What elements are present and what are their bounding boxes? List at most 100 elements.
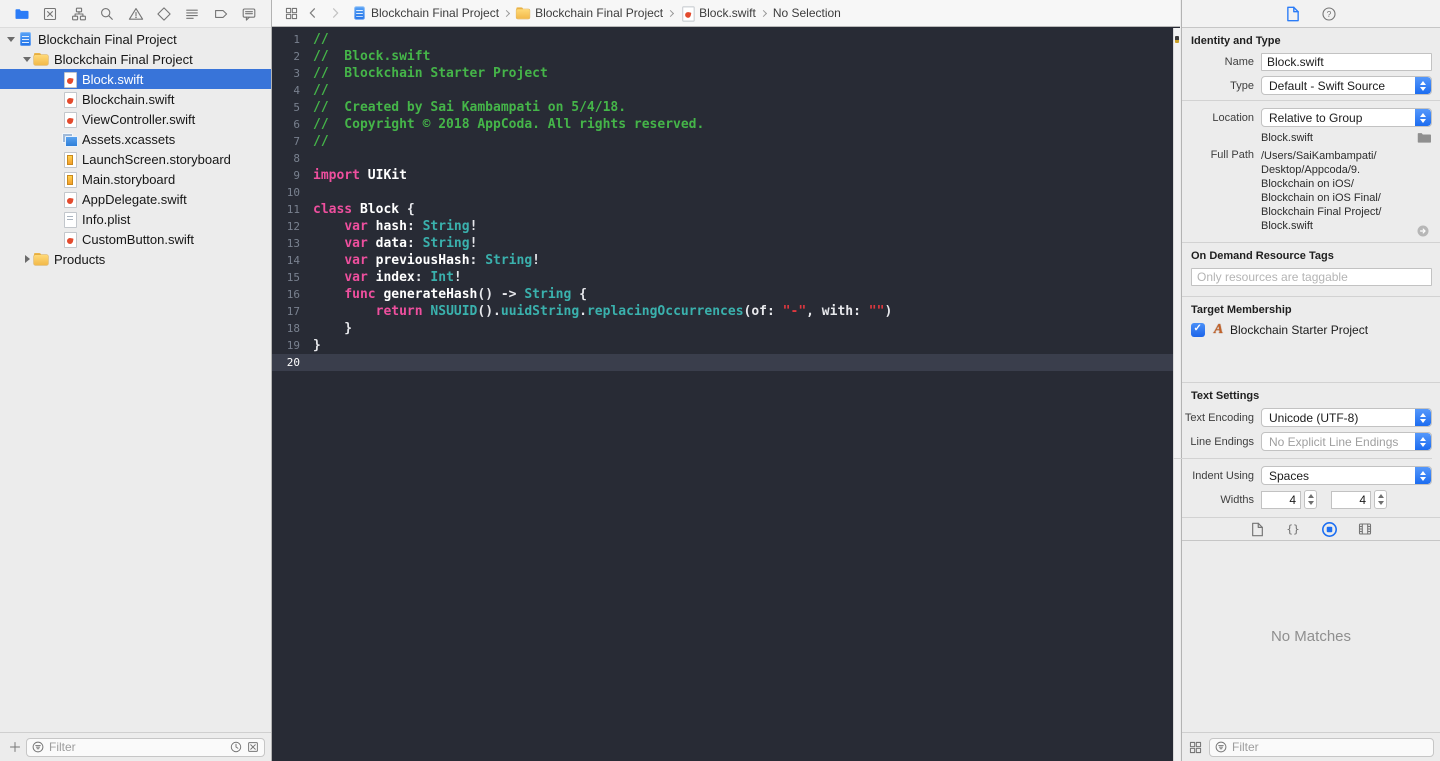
add-button[interactable] <box>4 737 26 757</box>
code-line-1[interactable]: 1// <box>272 31 1180 48</box>
source-control-navigator-icon[interactable] <box>38 4 62 24</box>
file-tree-item-blockchain-final-project[interactable]: Blockchain Final Project <box>0 29 271 49</box>
file-tree-item-appdelegate-swift[interactable]: AppDelegate.swift <box>0 189 271 209</box>
disclosure-triangle <box>48 232 62 246</box>
recent-files-clock-icon[interactable] <box>229 740 243 754</box>
disclosure-triangle[interactable] <box>4 32 18 46</box>
code-line-20[interactable]: 20 <box>272 354 1180 371</box>
file-tree-item-assets-xcassets[interactable]: Assets.xcassets <box>0 129 271 149</box>
code-line-2[interactable]: 2// Block.swift <box>272 48 1180 65</box>
indent-width-field[interactable]: 4 <box>1261 490 1301 509</box>
code-line-6[interactable]: 6// Copyright © 2018 AppCoda. All rights… <box>272 116 1180 133</box>
jump-to-path-icon[interactable] <box>1416 224 1430 238</box>
tab-width-stepper[interactable] <box>1374 490 1387 509</box>
breadcrumb: Blockchain Final Project Blockchain Final… <box>352 5 841 22</box>
line-number: 6 <box>293 118 300 131</box>
code-line-13[interactable]: 13 var data: String! <box>272 235 1180 252</box>
code-line-14[interactable]: 14 var previousHash: String! <box>272 252 1180 269</box>
line-number: 1 <box>293 33 300 46</box>
file-tree-item-info-plist[interactable]: Info.plist <box>0 209 271 229</box>
media-library-icon[interactable] <box>1354 519 1376 539</box>
line-number: 8 <box>293 152 300 165</box>
target-checkbox[interactable] <box>1191 322 1205 337</box>
tab-width-field[interactable]: 4 <box>1331 490 1371 509</box>
resource-tags-input[interactable] <box>1191 268 1432 286</box>
code-line-19[interactable]: 19} <box>272 337 1180 354</box>
debug-navigator-icon[interactable] <box>180 4 204 24</box>
type-dropdown[interactable]: Default - Swift Source <box>1261 76 1432 95</box>
breakpoint-navigator-icon[interactable] <box>209 4 233 24</box>
editor-scrollbar[interactable] <box>1173 28 1180 761</box>
report-navigator-icon[interactable] <box>237 4 261 24</box>
library-filter-field[interactable]: Filter <box>1209 737 1434 757</box>
code-line-10[interactable]: 10 <box>272 184 1180 201</box>
location-label: Location <box>1212 111 1254 124</box>
file-tree-item-block-swift[interactable]: Block.swift <box>0 69 271 89</box>
choose-folder-icon[interactable] <box>1417 132 1432 144</box>
file-tree-item-blockchain-swift[interactable]: Blockchain.swift <box>0 89 271 109</box>
dropdown-stepper-icon <box>1415 109 1431 126</box>
file-tree-item-blockchain-final-project[interactable]: Blockchain Final Project <box>0 49 271 69</box>
line-endings-dropdown[interactable]: No Explicit Line Endings <box>1261 432 1432 451</box>
disclosure-triangle <box>48 212 62 226</box>
file-tree-item-launchscreen-storyboard[interactable]: LaunchScreen.storyboard <box>0 149 271 169</box>
file-inspector-icon[interactable] <box>1282 4 1304 24</box>
go-back-button[interactable] <box>302 3 324 23</box>
code-line-4[interactable]: 4// <box>272 82 1180 99</box>
code-line-9[interactable]: 9 import UIKit <box>272 167 1180 184</box>
library-grid-icon[interactable] <box>1188 740 1203 755</box>
dropdown-stepper-icon <box>1415 467 1431 484</box>
text-encoding-dropdown[interactable]: Unicode (UTF-8) <box>1261 408 1432 427</box>
code-line-18[interactable]: 18 } <box>272 320 1180 337</box>
navigator-sidebar: Blockchain Final Project Blockchain Final… <box>0 0 272 761</box>
file-tree-item-custombutton-swift[interactable]: CustomButton.swift <box>0 229 271 249</box>
navigator-filter-field[interactable]: Filter <box>26 737 265 757</box>
object-library-icon[interactable] <box>1318 519 1340 539</box>
indent-using-dropdown[interactable]: Spaces <box>1261 466 1432 485</box>
go-forward-button[interactable] <box>324 3 346 23</box>
code-line-11[interactable]: 11 class Block { <box>272 201 1180 218</box>
related-items-icon[interactable] <box>280 3 302 23</box>
disclosure-triangle <box>48 132 62 146</box>
breadcrumb-item[interactable]: Block.swift <box>680 5 756 22</box>
disclosure-triangle[interactable] <box>20 252 34 266</box>
code-line-12[interactable]: 12 var hash: String! <box>272 218 1180 235</box>
disclosure-triangle <box>48 112 62 126</box>
file-tree-item-main-storyboard[interactable]: Main.storyboard <box>0 169 271 189</box>
source-control-status-filter-icon[interactable] <box>246 740 260 754</box>
code-line-5[interactable]: 5// Created by Sai Kambampati on 5/4/18. <box>272 99 1180 116</box>
line-number: 3 <box>293 67 300 80</box>
dropdown-stepper-icon <box>1415 409 1431 426</box>
line-number: 12 <box>286 220 300 233</box>
code-line-7[interactable]: 7// <box>272 133 1180 150</box>
disclosure-triangle[interactable] <box>20 52 34 66</box>
file-template-library-icon[interactable] <box>1246 519 1268 539</box>
file-tree-item-viewcontroller-swift[interactable]: ViewController.swift <box>0 109 271 129</box>
file-tree-item-products[interactable]: Products <box>0 249 271 269</box>
name-field[interactable]: Block.swift <box>1261 53 1432 71</box>
indent-width-stepper[interactable] <box>1304 490 1317 509</box>
code-line-15[interactable]: 15 var index: Int! <box>272 269 1180 286</box>
quick-help-icon[interactable]: ? <box>1318 4 1340 24</box>
navigator-tab-bar <box>0 0 271 28</box>
code-line-3[interactable]: 3// Blockchain Starter Project <box>272 65 1180 82</box>
setting-label: Indent Using <box>1192 469 1254 482</box>
line-number: 19 <box>286 339 300 352</box>
test-navigator-icon[interactable] <box>152 4 176 24</box>
scrollbar-thumb[interactable] <box>1175 36 1179 43</box>
code-editor[interactable]: 1//2// Block.swift 3// Blockchain Starter… <box>272 28 1180 761</box>
location-dropdown[interactable]: Relative to Group <box>1261 108 1432 127</box>
breadcrumb-item[interactable]: No Selection <box>773 6 841 20</box>
breadcrumb-item[interactable]: Blockchain Final Project <box>516 6 663 21</box>
breadcrumb-separator <box>759 9 767 17</box>
code-line-8[interactable]: 8 <box>272 150 1180 167</box>
project-navigator-icon[interactable] <box>10 4 34 24</box>
code-line-16[interactable]: 16 func generateHash() -> String { <box>272 286 1180 303</box>
symbol-navigator-icon[interactable] <box>67 4 91 24</box>
breadcrumb-item[interactable]: Blockchain Final Project <box>352 5 499 21</box>
find-navigator-icon[interactable] <box>95 4 119 24</box>
code-snippet-library-icon[interactable]: {} <box>1282 519 1304 539</box>
issue-navigator-icon[interactable] <box>124 4 148 24</box>
code-line-17[interactable]: 17 return NSUUID().uuidString.replacingO… <box>272 303 1180 320</box>
full-path-label: Full Path <box>1210 149 1254 161</box>
